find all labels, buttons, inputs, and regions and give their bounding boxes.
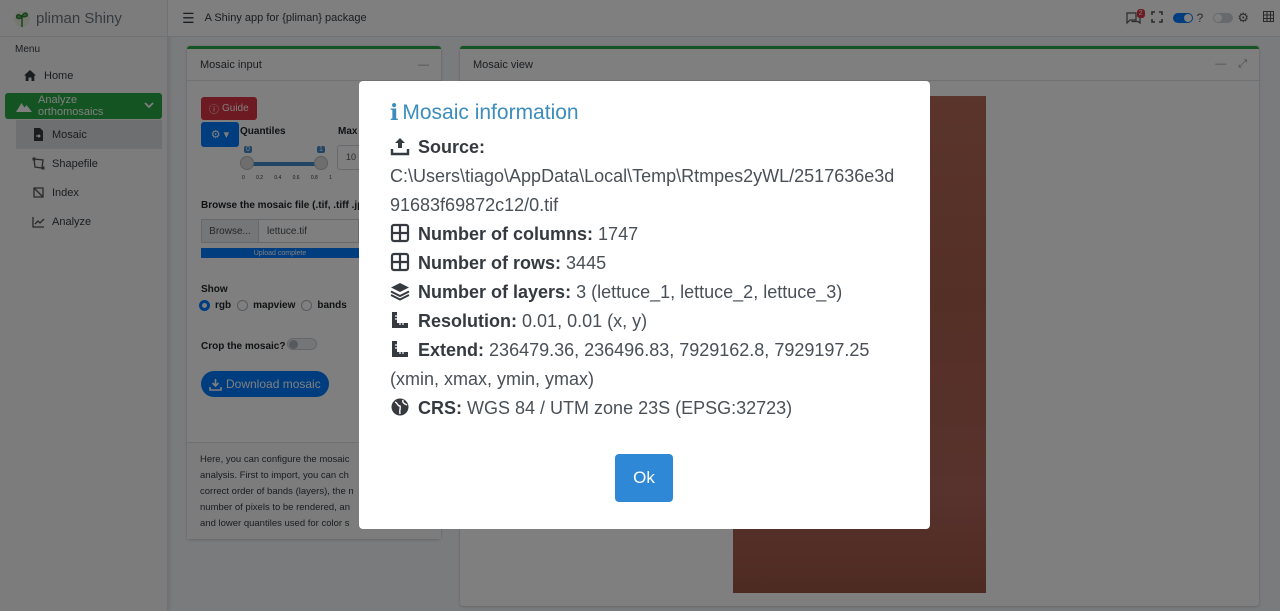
source-row: Source: C:\Users\tiago\AppData\Local\Tem… — [390, 133, 899, 220]
ruler-combined-icon — [392, 312, 408, 328]
resolution-row: Resolution: 0.01, 0.01 (x, y) — [390, 307, 899, 336]
crs-row: CRS: WGS 84 / UTM zone 23S (EPSG:32723) — [390, 394, 899, 423]
source-value: C:\Users\tiago\AppData\Local\Temp\Rtmpes… — [390, 166, 895, 215]
resolution-value: 0.01, 0.01 (x, y) — [522, 311, 648, 331]
modal-title: i Mosaic information — [390, 100, 899, 126]
globe-icon — [391, 398, 409, 416]
layers-label: Number of layers: — [418, 282, 572, 302]
mosaic-information-modal: i Mosaic information Source: C:\Users\ti… — [359, 81, 930, 529]
rows-row: Number of rows: 3445 — [390, 249, 899, 278]
layers-value: 3 (lettuce_1, lettuce_2, lettuce_3) — [576, 282, 843, 302]
extend-row: Extend: 236479.36, 236496.83, 7929162.8,… — [390, 336, 899, 394]
rows-value: 3445 — [566, 253, 607, 273]
ok-button[interactable]: Ok — [615, 454, 673, 502]
columns-value: 1747 — [598, 224, 639, 244]
modal-title-text: Mosaic information — [402, 101, 579, 124]
grid-icon — [390, 223, 410, 243]
layers-row: Number of layers: 3 (lettuce_1, lettuce_… — [390, 278, 899, 307]
ruler-combined-icon — [392, 341, 408, 357]
extend-label: Extend: — [418, 340, 485, 360]
source-label: Source: — [418, 137, 486, 157]
crs-value: WGS 84 / UTM zone 23S (EPSG:32723) — [467, 398, 793, 418]
crs-label: CRS: — [418, 398, 463, 418]
columns-row: Number of columns: 1747 — [390, 220, 899, 249]
rows-label: Number of rows: — [418, 253, 562, 273]
columns-label: Number of columns: — [418, 224, 594, 244]
info-icon: i — [390, 100, 399, 126]
resolution-label: Resolution: — [418, 311, 518, 331]
grid-icon — [390, 252, 410, 272]
layer-group-icon — [390, 283, 410, 301]
upload-icon — [390, 138, 410, 156]
